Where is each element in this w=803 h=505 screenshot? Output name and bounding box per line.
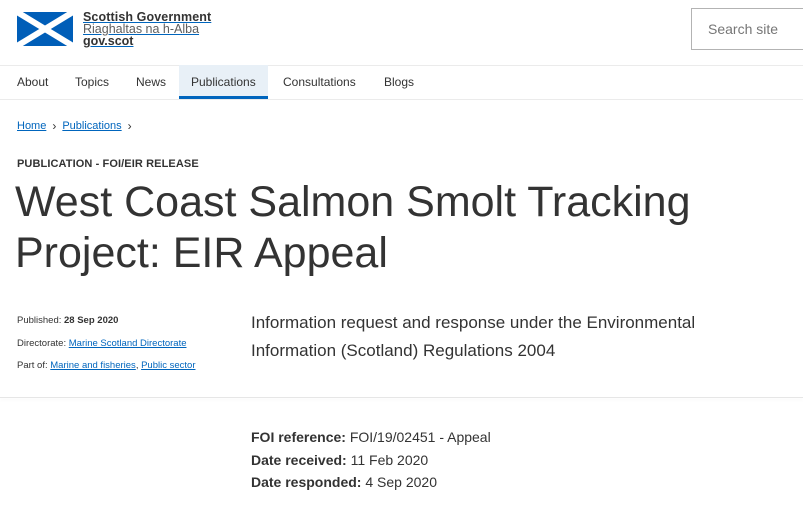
saltire-flag-icon — [17, 12, 73, 46]
breadcrumb-home-link[interactable]: Home — [17, 120, 46, 132]
page-title: West Coast Salmon Smolt Tracking Project… — [15, 178, 691, 277]
partof-link-public-sector[interactable]: Public sector — [141, 360, 195, 371]
section-divider — [0, 397, 803, 398]
foi-details: FOI reference: FOI/19/02451 - Appeal Dat… — [251, 426, 491, 494]
foi-responded-value: 4 Sep 2020 — [365, 474, 437, 490]
foi-reference-row: FOI reference: FOI/19/02451 - Appeal — [251, 426, 491, 449]
publication-metadata: Published: 28 Sep 2020 Directorate: Mari… — [17, 310, 195, 378]
nav-item-topics[interactable]: Topics — [75, 65, 109, 99]
nav-item-consultations[interactable]: Consultations — [283, 65, 356, 99]
site-header: Scottish Government Riaghaltas na h-Alba… — [0, 0, 803, 66]
meta-partof-label: Part of: — [17, 360, 48, 371]
meta-published-value: 28 Sep 2020 — [64, 315, 119, 326]
nav-item-about[interactable]: About — [17, 65, 48, 99]
foi-received-label: Date received: — [251, 451, 347, 468]
main-nav: About Topics News Publications Consultat… — [0, 65, 803, 100]
foi-reference-label: FOI reference: — [251, 429, 346, 445]
nav-item-publications[interactable]: Publications — [179, 65, 268, 99]
directorate-link[interactable]: Marine Scotland Directorate — [69, 338, 187, 349]
chevron-right-icon: › — [52, 119, 57, 133]
foi-responded-label: Date responded: — [251, 474, 362, 490]
meta-published-label: Published: — [17, 315, 62, 326]
foi-received-value: 11 Feb 2020 — [350, 451, 429, 468]
nav-item-news[interactable]: News — [136, 65, 166, 99]
partof-separator: , — [135, 360, 139, 371]
meta-published: Published: 28 Sep 2020 — [17, 310, 195, 333]
meta-directorate: Directorate: Marine Scotland Directorate — [17, 333, 195, 356]
partof-link-marine[interactable]: Marine and fisheries — [50, 360, 136, 371]
site-logo-link[interactable]: Scottish Government Riaghaltas na h-Alba… — [17, 11, 211, 47]
lead-summary: Information request and response under t… — [251, 313, 696, 360]
brand-text: Scottish Government Riaghaltas na h-Alba… — [83, 11, 211, 48]
meta-partof: Part of: Marine and fisheries, Public se… — [17, 355, 195, 378]
foi-reference-value: FOI/19/02451 - Appeal — [349, 429, 491, 445]
nav-item-blogs[interactable]: Blogs — [384, 65, 414, 99]
foi-received-row: Date received: 11 Feb 2020 — [251, 449, 491, 472]
chevron-right-icon: › — [127, 119, 132, 133]
breadcrumb: Home › Publications › — [17, 119, 138, 133]
brand-domain: gov.scot — [83, 34, 134, 48]
search-input[interactable] — [691, 8, 803, 50]
publication-type-label: PUBLICATION - FOI/EIR RELEASE — [17, 158, 199, 170]
breadcrumb-publications-link[interactable]: Publications — [62, 120, 121, 132]
foi-responded-row: Date responded: 4 Sep 2020 — [251, 471, 491, 494]
meta-directorate-label: Directorate: — [17, 337, 67, 349]
